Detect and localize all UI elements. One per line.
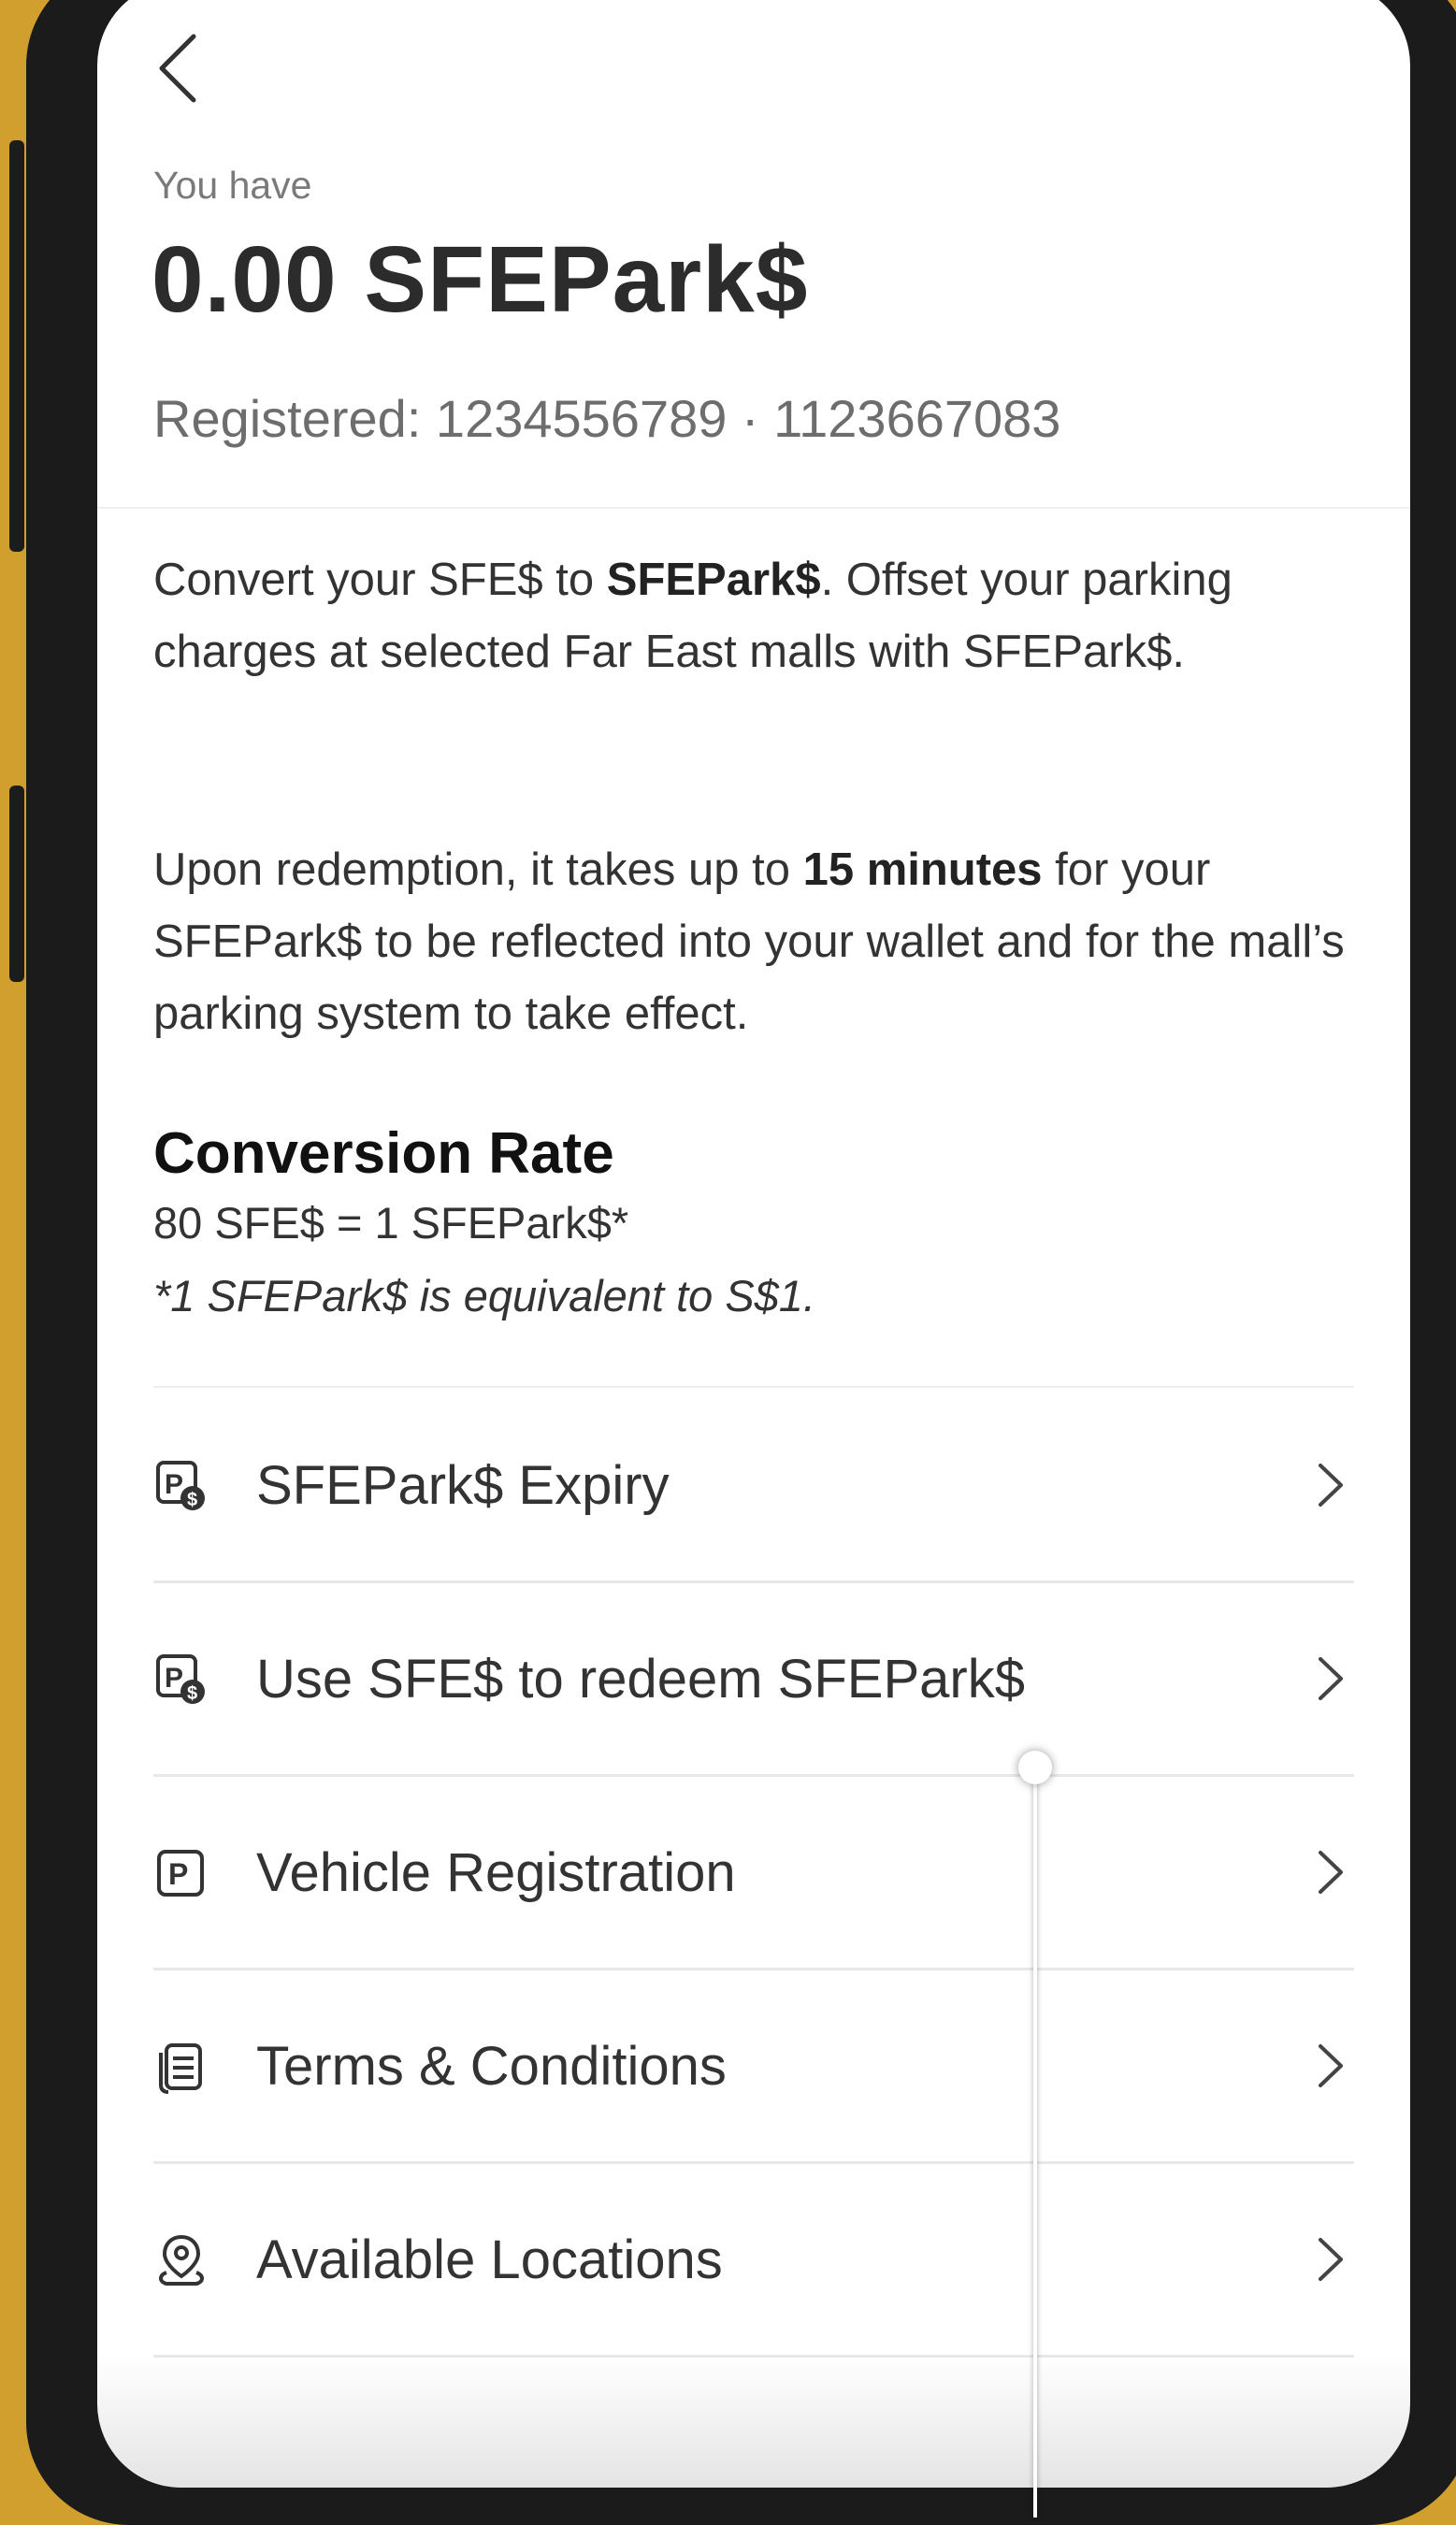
chevron-right-icon	[1307, 1844, 1354, 1900]
chevron-right-icon	[1307, 1457, 1354, 1513]
back-button[interactable]	[144, 28, 209, 112]
touch-indicator-dot	[1018, 1751, 1052, 1784]
info-paragraph-redemption: Upon redemption, it takes up to 15 minut…	[153, 834, 1369, 1050]
chevron-right-icon	[1307, 1651, 1354, 1707]
svg-text:P: P	[165, 1469, 183, 1500]
conversion-rate-note: *1 SFEPark$ is equivalent to S$1.	[153, 1271, 816, 1320]
menu-item-vehicle-registration[interactable]: P Vehicle Registration	[153, 1777, 1354, 1970]
menu-item-label: SFEPark$ Expiry	[256, 1454, 670, 1516]
info-text-bold: 15 minutes	[802, 844, 1043, 895]
parking-dollar-icon: P $	[153, 1457, 209, 1513]
info-paragraph-conversion: Convert your SFE$ to SFEPark$. Offset yo…	[153, 544, 1369, 688]
document-icon	[153, 2038, 209, 2094]
menu-item-label: Available Locations	[256, 2229, 723, 2290]
svg-text:$: $	[187, 1683, 197, 1704]
svg-text:P: P	[168, 1857, 188, 1891]
menu-list: P $ SFEPark$ Expiry P $ Use SFE$ to rede…	[153, 1390, 1354, 2358]
chevron-left-icon	[156, 33, 197, 108]
menu-item-label: Vehicle Registration	[256, 1841, 736, 1903]
location-icon	[153, 2231, 209, 2287]
info-text-bold: SFEPark$	[606, 555, 821, 605]
divider	[97, 507, 1410, 509]
menu-item-redeem-sfepark[interactable]: P $ Use SFE$ to redeem SFEPark$	[153, 1583, 1354, 1777]
svg-text:$: $	[187, 1490, 197, 1510]
conversion-rate-value: 80 SFE$ = 1 SFEPark$*	[153, 1198, 629, 1248]
touch-indicator-line	[1033, 1769, 1037, 2518]
menu-item-available-locations[interactable]: Available Locations	[153, 2164, 1354, 2358]
phone-side-button	[9, 786, 24, 982]
parking-icon: P	[153, 1844, 209, 1900]
info-text: Convert your SFE$ to	[153, 555, 607, 605]
chevron-right-icon	[1307, 2231, 1354, 2287]
menu-item-label: Use SFE$ to redeem SFEPark$	[256, 1648, 1025, 1710]
menu-item-terms-conditions[interactable]: Terms & Conditions	[153, 1970, 1354, 2164]
bottom-fade	[97, 2357, 1410, 2488]
menu-item-sfepark-expiry[interactable]: P $ SFEPark$ Expiry	[153, 1390, 1354, 1583]
app-screen: You have 0.00 SFEPark$ Registered: 12345…	[97, 0, 1410, 2488]
chevron-right-icon	[1307, 2038, 1354, 2094]
svg-text:P: P	[165, 1663, 183, 1694]
conversion-rate-title: Conversion Rate	[153, 1121, 614, 1186]
parking-dollar-icon: P $	[153, 1651, 209, 1707]
registered-vehicles: Registered: 1234556789 · 1123667083	[153, 389, 1061, 448]
menu-item-label: Terms & Conditions	[256, 2035, 727, 2097]
divider	[153, 1386, 1354, 1388]
info-text: Upon redemption, it takes up to	[153, 844, 803, 895]
balance-caption: You have	[153, 164, 312, 207]
balance-amount: 0.00 SFEPark$	[151, 227, 809, 332]
phone-side-button	[9, 140, 24, 552]
